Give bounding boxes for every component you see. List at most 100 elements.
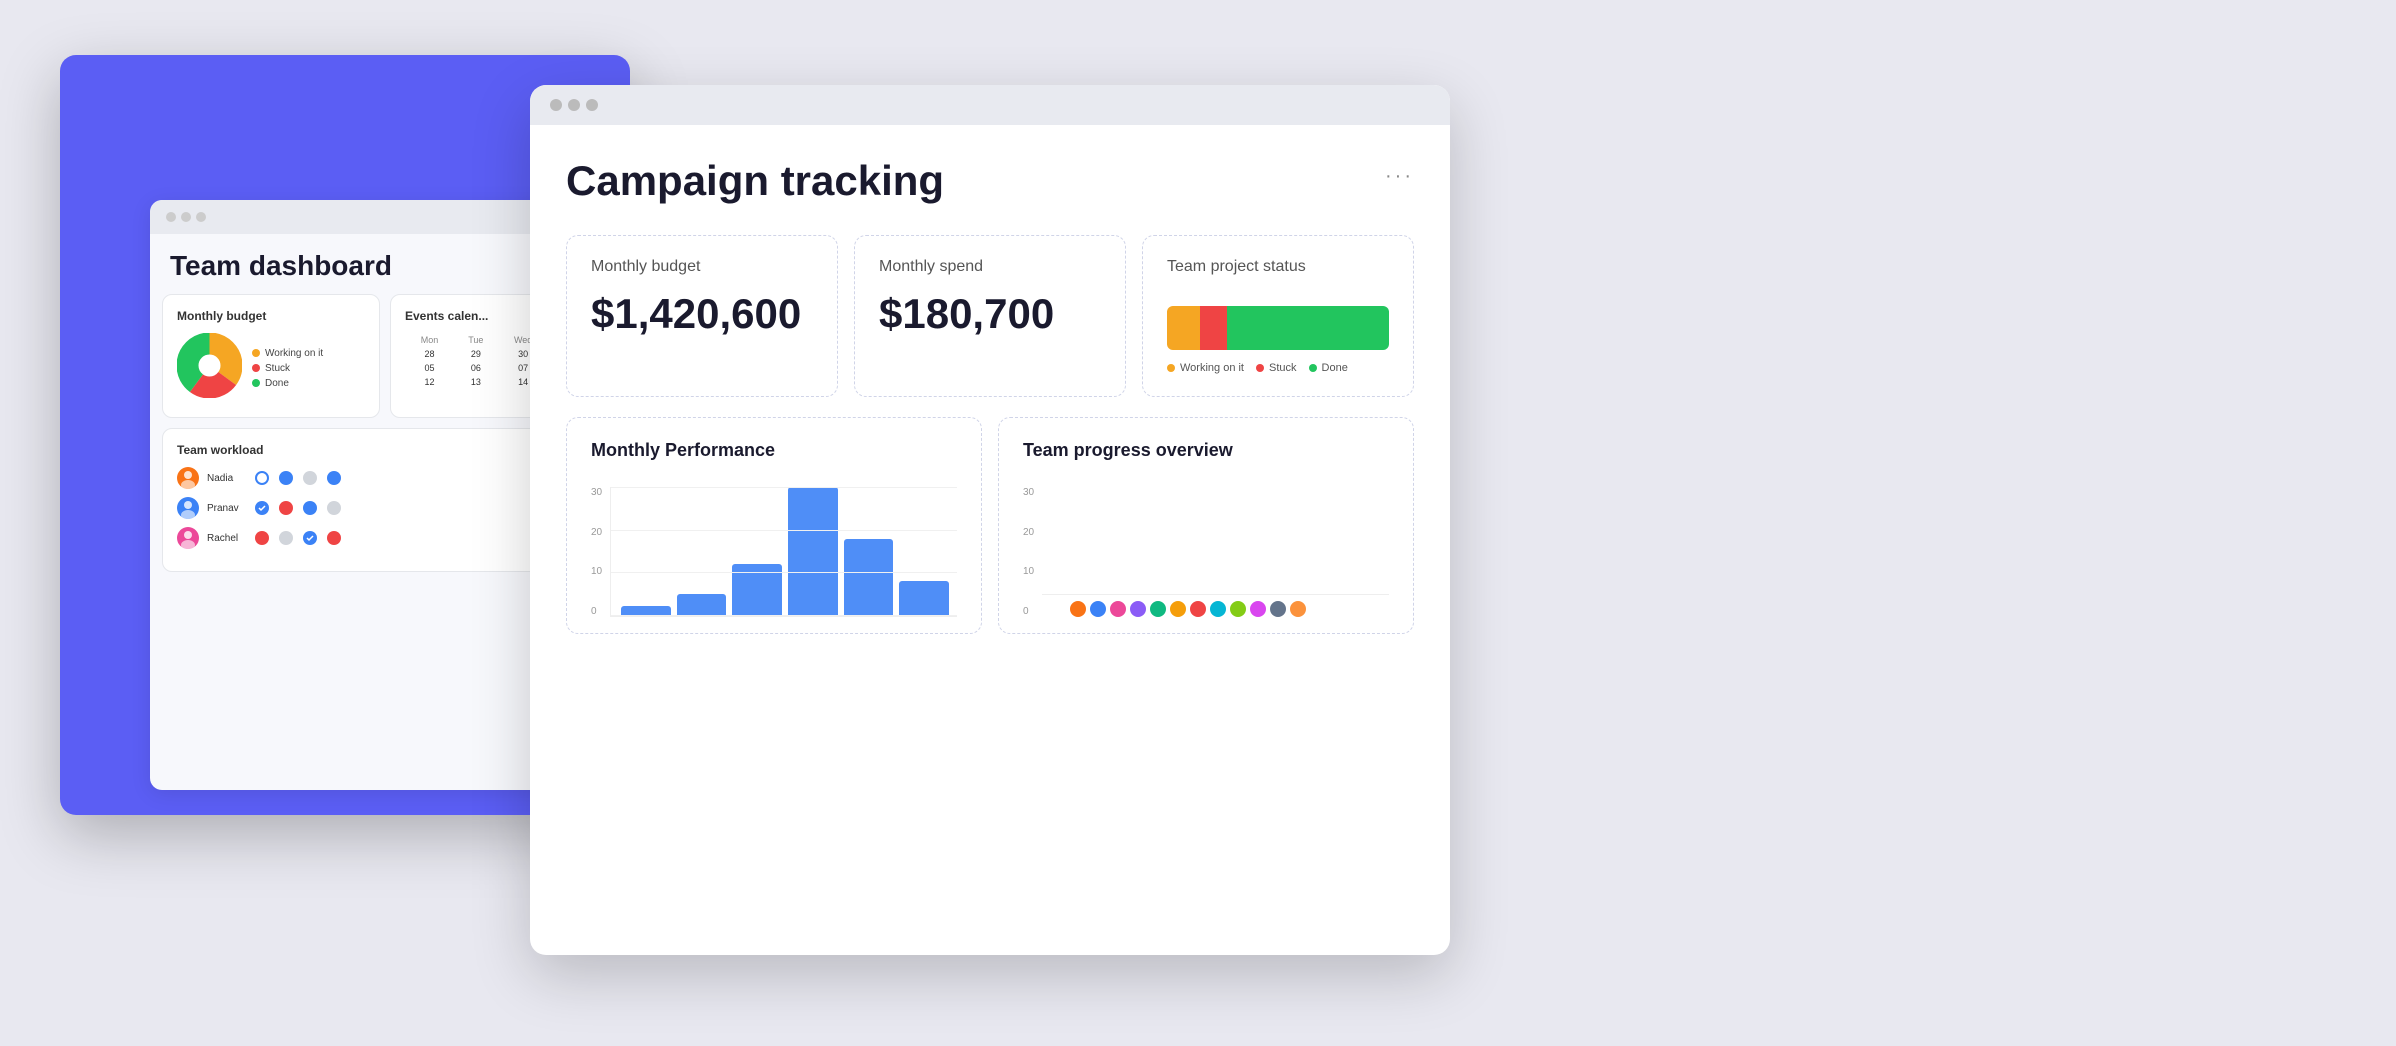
y-label: 30	[1023, 487, 1034, 498]
bar-segment-stuck	[1200, 306, 1227, 350]
y-label: 30	[591, 487, 602, 498]
monthly-spend-value: $180,700	[879, 290, 1101, 338]
window-dots	[550, 99, 598, 111]
monthly-performance-card: Monthly Performance 0 10 20 30	[566, 417, 982, 634]
window-dot-2	[181, 212, 191, 222]
project-status-bar	[1167, 306, 1389, 350]
avatar-mini-7	[1190, 601, 1206, 617]
cal-cell: 29	[454, 347, 498, 361]
status-dot	[327, 531, 341, 545]
bottom-charts-row: Monthly Performance 0 10 20 30	[566, 417, 1414, 634]
legend-stuck: Stuck	[1256, 362, 1297, 374]
y-label: 0	[591, 606, 602, 617]
avatar-mini-5	[1150, 601, 1166, 617]
legend-item-stuck: Stuck	[252, 363, 323, 374]
monthly-performance-title: Monthly Performance	[591, 440, 957, 461]
bar-1	[621, 606, 671, 616]
more-options-button[interactable]: ···	[1385, 157, 1414, 188]
avatar-nadia	[177, 467, 199, 489]
team-project-status-card: Team project status Working on it Stuck	[1142, 235, 1414, 397]
team-progress-card: Team progress overview 0 10 20 30	[998, 417, 1414, 634]
status-dot	[279, 471, 293, 485]
status-dot	[279, 531, 293, 545]
legend-label-working: Working on it	[1180, 362, 1244, 374]
rachel-status-dots	[255, 531, 341, 545]
legend-done: Done	[1309, 362, 1348, 374]
y-label: 10	[1023, 566, 1034, 577]
window-dot-1	[550, 99, 562, 111]
bar-4	[788, 487, 838, 616]
legend-label-stuck: Stuck	[1269, 362, 1297, 374]
cal-cell: 05	[405, 361, 454, 375]
cal-cell: 12	[405, 375, 454, 389]
legend-label-done: Done	[265, 378, 289, 389]
legend-item-done: Done	[252, 378, 323, 389]
y-axis-progress: 0 10 20 30	[1023, 487, 1034, 617]
project-status-legend: Working on it Stuck Done	[1167, 362, 1389, 374]
team-progress-chart: 0 10 20 30	[1023, 477, 1389, 617]
campaign-title: Campaign tracking	[566, 157, 944, 205]
monthly-budget-card: Monthly budget $1,420,600	[566, 235, 838, 397]
window-dot-2	[568, 99, 580, 111]
legend-dot-done	[252, 379, 260, 387]
cal-cell: 28	[405, 347, 454, 361]
bar-3	[732, 564, 782, 616]
monthly-budget-label: Monthly budget	[591, 258, 813, 276]
legend-label-stuck: Stuck	[265, 363, 290, 374]
pranav-status-dots	[255, 501, 341, 515]
cal-cell has-bar purple-bar: 06	[454, 361, 498, 375]
monthly-spend-card: Monthly spend $180,700	[854, 235, 1126, 397]
status-dot	[255, 471, 269, 485]
main-content: Campaign tracking ··· Monthly budget $1,…	[530, 125, 1450, 666]
bar-6	[899, 581, 949, 616]
window-dot-3	[196, 212, 206, 222]
nadia-status-dots	[255, 471, 341, 485]
y-label: 20	[1023, 527, 1034, 538]
bar-segment-done	[1227, 306, 1389, 350]
td-budget-card: Monthly budget	[162, 294, 380, 418]
td-budget-title: Monthly budget	[177, 309, 365, 323]
avatar-mini-8	[1210, 601, 1226, 617]
bars-area	[610, 487, 957, 617]
monthly-budget-value: $1,420,600	[591, 290, 813, 338]
avatar-pranav	[177, 497, 199, 519]
status-dot	[279, 501, 293, 515]
status-dot	[255, 531, 269, 545]
avatar-mini-6	[1170, 601, 1186, 617]
team-progress-title: Team progress overview	[1023, 440, 1389, 461]
cal-header-mon: Mon	[405, 333, 454, 347]
status-dot	[303, 501, 317, 515]
avatar-mini-11	[1270, 601, 1286, 617]
legend-dot-stuck	[252, 364, 260, 372]
workload-name-pranav: Pranav	[207, 503, 247, 514]
bar-5	[844, 539, 894, 616]
legend-item-working: Working on it	[252, 348, 323, 359]
gridline	[611, 572, 957, 573]
status-dot-check	[303, 531, 317, 545]
pie-legend: Working on it Stuck Done	[252, 348, 323, 389]
gridline	[611, 487, 957, 488]
main-window: Campaign tracking ··· Monthly budget $1,…	[530, 85, 1450, 955]
y-axis: 0 10 20 30	[591, 487, 602, 617]
legend-circle-working	[1167, 364, 1175, 372]
status-dot-check	[255, 501, 269, 515]
avatar-mini-4	[1130, 601, 1146, 617]
cal-header-tue: Tue	[454, 333, 498, 347]
window-dot-1	[166, 212, 176, 222]
avatar-mini-1	[1070, 601, 1086, 617]
stacked-chart-wrapper	[1042, 594, 1389, 617]
legend-circle-done	[1309, 364, 1317, 372]
window-dot-3	[586, 99, 598, 111]
bar-2	[677, 594, 727, 616]
status-dot	[327, 501, 341, 515]
legend-circle-stuck	[1256, 364, 1264, 372]
avatar-mini-10	[1250, 601, 1266, 617]
status-dot	[327, 471, 341, 485]
y-label: 10	[591, 566, 602, 577]
pie-svg	[177, 333, 242, 403]
main-header: Campaign tracking ···	[566, 157, 1414, 205]
gridline	[611, 530, 957, 531]
monthly-performance-chart: 0 10 20 30	[591, 477, 957, 617]
legend-label-working: Working on it	[265, 348, 323, 359]
window-titlebar	[530, 85, 1450, 125]
